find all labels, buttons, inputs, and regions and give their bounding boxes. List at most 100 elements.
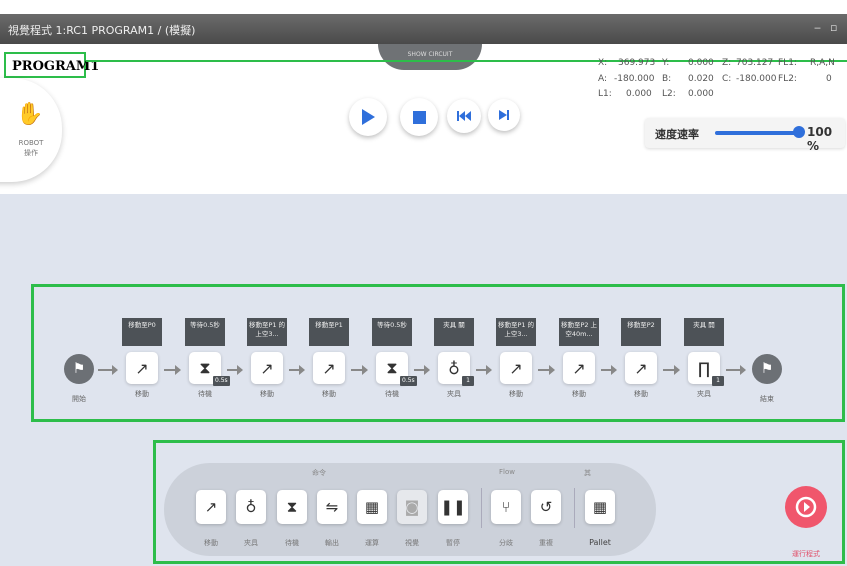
palette-group-other: 其 xyxy=(584,469,591,477)
flow-arrow xyxy=(663,365,680,375)
palette-item-branch[interactable]: ⑂ xyxy=(491,490,521,524)
coord-c-value: -180.000 xyxy=(736,74,777,84)
window-title: 視覺程式 1:RC1 PROGRAM1 / (模擬) xyxy=(8,24,196,37)
speed-value: 100 % xyxy=(807,125,833,153)
skip-back-button[interactable] xyxy=(447,99,481,133)
palette-item-label: 待機 xyxy=(285,539,299,547)
speed-slider-handle[interactable] xyxy=(793,126,805,138)
flow-node-label: 移動 xyxy=(572,390,586,398)
palette-item-label: 移動 xyxy=(204,539,218,547)
flow-node-label: 夾具 xyxy=(447,390,461,398)
coord-y-value: 0.000 xyxy=(688,58,714,68)
flow-node-title: 等待0.5秒 xyxy=(185,318,225,346)
palette-item-camera[interactable]: ◙ xyxy=(397,490,427,524)
palette-item-loop[interactable]: ↺ xyxy=(531,490,561,524)
coord-l1-value: 0.000 xyxy=(626,89,652,99)
coord-fl2-value: 0 xyxy=(826,74,832,84)
move-icon: ↗ xyxy=(563,352,595,384)
coord-z-label: Z: xyxy=(722,58,732,68)
coord-l1-label: L1: xyxy=(598,89,612,99)
flow-arrow xyxy=(476,365,492,375)
play-icon xyxy=(362,109,375,125)
flow-node-label: 移動 xyxy=(260,390,274,398)
flow-node-title: 移動至P0 xyxy=(122,318,162,346)
palette-item-move[interactable]: ↗ xyxy=(196,490,226,524)
palette-item-output[interactable]: ⇋ xyxy=(317,490,347,524)
flow-node-badge: 0.5s xyxy=(213,376,230,386)
flow-node-badge: 1 xyxy=(462,376,474,386)
play-button[interactable] xyxy=(349,98,387,136)
speed-slider-track[interactable] xyxy=(715,131,799,135)
palette-item-label: 重複 xyxy=(539,539,553,547)
flow-arrow xyxy=(164,365,181,375)
flow-node-title: 夾具 開 xyxy=(684,318,724,346)
coord-a-value: -180.000 xyxy=(614,74,655,84)
palette-item-pallet[interactable]: ▦ xyxy=(585,490,615,524)
coord-fl2-label: FL2: xyxy=(778,74,797,84)
step-button[interactable] xyxy=(488,99,520,131)
palette-divider xyxy=(574,488,575,528)
flow-arrow xyxy=(726,365,746,375)
show-circuit-tab[interactable]: SHOW CIRCUIT xyxy=(378,44,482,70)
move-icon: ↗ xyxy=(126,352,158,384)
run-program-button[interactable] xyxy=(785,486,827,528)
palette-item-hourglass[interactable]: ⧗ xyxy=(277,490,307,524)
flow-node-title: 移動至P1 的上空3... xyxy=(496,318,536,346)
speed-label: 速度速率 xyxy=(655,128,699,141)
move-icon: ↗ xyxy=(204,498,218,516)
palette-divider xyxy=(481,488,482,528)
move-icon: ↗ xyxy=(251,352,283,384)
flow-node-label: 待機 xyxy=(385,390,399,398)
pause-icon: ❚❚ xyxy=(440,498,466,516)
flow-node-label: 夾具 xyxy=(697,390,711,398)
flow-arrow xyxy=(601,365,617,375)
run-program-label: 運行程式 xyxy=(792,550,820,558)
start-node-icon[interactable]: ⚑ xyxy=(64,354,94,384)
flow-node-title: 等待0.5秒 xyxy=(372,318,412,346)
stop-button[interactable] xyxy=(400,98,438,136)
palette-item-pause[interactable]: ❚❚ xyxy=(438,490,468,524)
stop-icon xyxy=(412,110,426,124)
flow-node-title: 移動至P2 xyxy=(621,318,661,346)
camera-icon: ◙ xyxy=(404,498,420,516)
skip-back-icon xyxy=(457,111,471,121)
flow-node-label: 移動 xyxy=(634,390,648,398)
end-node-label: 結束 xyxy=(760,395,774,403)
palette-item-label: 運算 xyxy=(365,539,379,547)
coord-fl1-label: FL1: xyxy=(778,58,797,68)
coord-a-label: A: xyxy=(598,74,608,84)
maximize-button[interactable]: ▫ xyxy=(830,21,837,34)
hourglass-icon: ⧗ xyxy=(286,498,298,516)
flow-node-label: 移動 xyxy=(322,390,336,398)
gripper-icon: ♁ xyxy=(245,498,257,516)
minimize-button[interactable]: ‒ xyxy=(814,21,821,34)
flow-node-title: 夾具 關 xyxy=(434,318,474,346)
coord-fl1-value: R,A,N xyxy=(810,58,835,68)
start-node-label: 開始 xyxy=(72,395,86,403)
robot-label: ROBOT xyxy=(18,139,44,147)
coord-b-label: B: xyxy=(662,74,672,84)
flow-node-title: 移動至P1 xyxy=(309,318,349,346)
flow-arrow xyxy=(414,365,430,375)
coord-l2-label: L2: xyxy=(662,89,676,99)
palette-item-label: 視覺 xyxy=(405,539,419,547)
move-icon: ↗ xyxy=(313,352,345,384)
output-icon: ⇋ xyxy=(325,498,339,516)
flow-node-title: 移動至P1 的上空3... xyxy=(247,318,287,346)
flow-node-badge: 1 xyxy=(712,376,724,386)
palette-group-flow: Flow xyxy=(499,468,515,476)
coord-l2-value: 0.000 xyxy=(688,89,714,99)
move-icon: ↗ xyxy=(625,352,657,384)
coord-x-label: X: xyxy=(598,58,608,68)
palette-item-label: 分歧 xyxy=(499,539,513,547)
run-icon xyxy=(795,496,817,518)
palette-item-gripper[interactable]: ♁ xyxy=(236,490,266,524)
hand-icon: ✋ xyxy=(16,102,44,127)
loop-icon: ↺ xyxy=(539,498,553,516)
palette-item-label: 輸出 xyxy=(325,539,339,547)
end-node-icon[interactable]: ⚑ xyxy=(752,354,782,384)
flow-node-label: 待機 xyxy=(198,390,212,398)
palette-item-calculator[interactable]: ▦ xyxy=(357,490,387,524)
speed-control: 速度速率 100 % xyxy=(645,118,845,153)
program-name: PROGRAM1 xyxy=(4,52,99,78)
